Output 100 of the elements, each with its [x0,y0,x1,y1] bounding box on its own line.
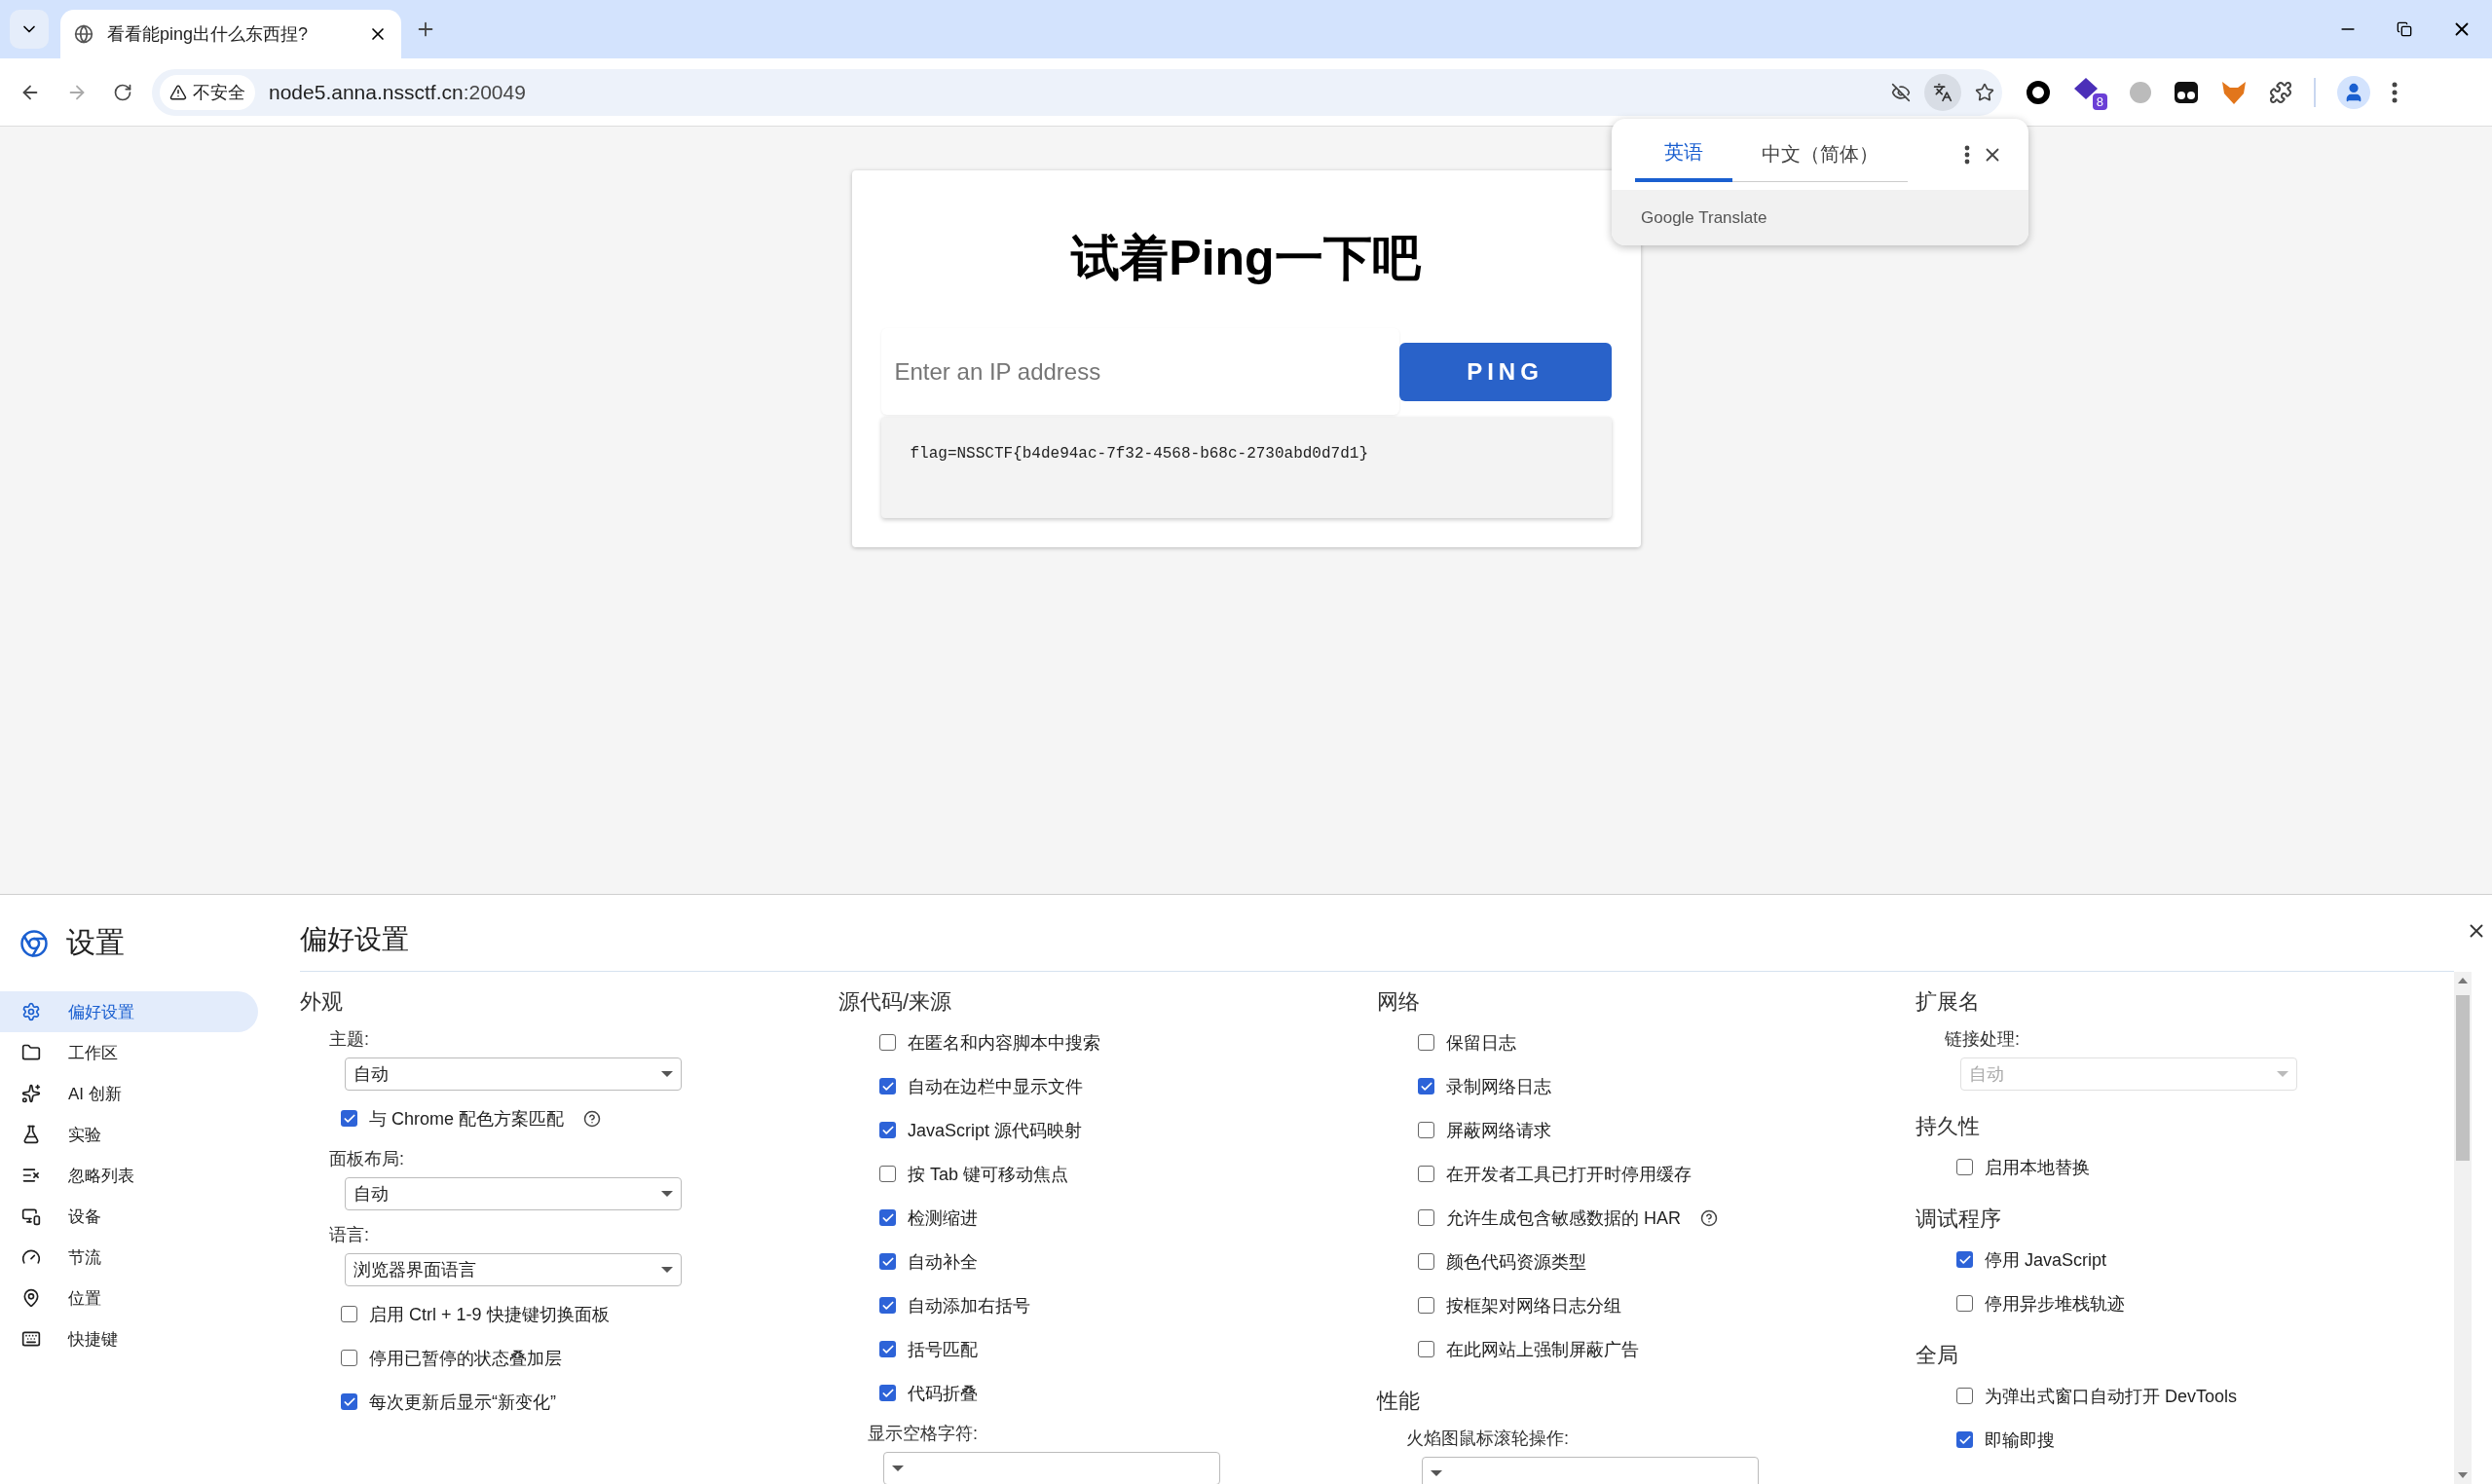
checkbox-row[interactable]: 自动添加右括号 [838,1283,1377,1327]
checkbox[interactable] [341,1350,357,1366]
checkbox[interactable] [879,1297,896,1314]
dropdown[interactable]: 浏览器界面语言 [345,1253,682,1286]
checkbox[interactable] [879,1034,896,1051]
dropdown[interactable]: 自动 [345,1177,682,1210]
nav-item[interactable]: 偏好设置 [0,991,258,1032]
checkbox-row[interactable]: 保留日志 [1377,1020,1915,1064]
checkbox-row[interactable]: 代码折叠 [838,1371,1377,1415]
checkbox-row[interactable]: 括号匹配 [838,1327,1377,1371]
nav-item[interactable]: 节流 [0,1237,258,1278]
checkbox[interactable] [879,1341,896,1357]
extension-button[interactable]: 8 [2072,74,2107,110]
translate-icon[interactable] [1924,73,1961,111]
profile-avatar[interactable] [2337,75,2370,109]
checkbox-row[interactable]: 即输即搜 [1915,1418,2454,1462]
checkbox[interactable] [879,1078,896,1094]
checkbox-row[interactable]: 停用异步堆栈轨迹 [1915,1281,2454,1325]
checkbox[interactable] [341,1110,357,1127]
checkbox-row[interactable]: 停用 JavaScript [1915,1238,2454,1281]
checkbox[interactable] [1418,1078,1434,1094]
checkbox-label: 停用异步堆栈轨迹 [1985,1292,2125,1316]
checkbox[interactable] [1956,1251,1973,1268]
nav-item[interactable]: 位置 [0,1278,258,1318]
checkbox-row[interactable]: 为弹出式窗口自动打开 DevTools [1915,1374,2454,1418]
checkbox-row[interactable]: 检测缩进 [838,1196,1377,1240]
checkbox-row[interactable]: 在开发者工具已打开时停用缓存 [1377,1152,1915,1196]
checkbox-row[interactable]: 启用本地替换 [1915,1145,2454,1189]
glasses-icon[interactable] [2174,80,2199,104]
checkbox[interactable] [1418,1253,1434,1270]
browser-tab[interactable]: 看看能ping出什么东西捏? [60,10,401,58]
sparkle-icon [21,1084,41,1103]
checkbox-row[interactable]: 屏蔽网络请求 [1377,1108,1915,1152]
checkbox-row[interactable]: 自动补全 [838,1240,1377,1283]
checkbox[interactable] [1418,1166,1434,1182]
language-tab[interactable]: 中文（简体） [1732,127,1908,182]
ping-button[interactable]: PING [1398,342,1612,401]
checkbox[interactable] [1418,1297,1434,1314]
checkbox[interactable] [879,1385,896,1401]
checkbox-label: 按框架对网络日志分组 [1446,1294,1621,1317]
checkbox[interactable] [1956,1388,1973,1404]
checkbox[interactable] [1956,1295,1973,1312]
checkbox-label: 在匿名和内容脚本中搜索 [908,1031,1100,1055]
checkbox-label: 启用本地替换 [1985,1156,2090,1179]
checkbox-row[interactable]: 启用 Ctrl + 1-9 快捷键切换面板 [300,1292,838,1336]
nav-item[interactable]: 实验 [0,1114,258,1155]
checkbox-row[interactable]: 每次更新后显示“新变化” [300,1380,838,1424]
checkbox-row[interactable]: 录制网络日志 [1377,1064,1915,1108]
checkbox[interactable] [879,1209,896,1226]
checkbox-row[interactable]: 与 Chrome 配色方案匹配 [300,1096,838,1140]
menu-icon[interactable] [2392,81,2398,103]
fox-icon[interactable] [2220,79,2248,105]
checkbox[interactable] [879,1166,896,1182]
restore-icon[interactable] [2397,21,2412,37]
address-bar[interactable]: 不安全 node5.anna.nssctf.cn:20049 [152,68,2002,116]
nav-item[interactable]: 忽略列表 [0,1155,258,1196]
checkbox[interactable] [1956,1431,1973,1448]
checkbox-label: 括号匹配 [908,1338,978,1361]
checkbox-row[interactable]: 按 Tab 键可移动焦点 [838,1152,1377,1196]
puzzle-icon[interactable] [2269,80,2292,104]
eye-off-icon[interactable] [1891,82,1911,102]
gauge-icon [21,1247,41,1267]
keyboard-icon [21,1329,41,1349]
checkbox-label: 启用 Ctrl + 1-9 快捷键切换面板 [369,1303,610,1326]
nav-item[interactable]: 设备 [0,1196,258,1237]
checkbox-row[interactable]: 颜色代码资源类型 [1377,1240,1915,1283]
checkbox[interactable] [1418,1341,1434,1357]
help-icon[interactable] [583,1109,602,1128]
checkbox-row[interactable]: 停用已暂停的状态叠加层 [300,1336,838,1380]
checkbox[interactable] [1418,1122,1434,1138]
scrollbar[interactable] [2454,972,2472,1484]
dropdown[interactable]: 自动 [345,1057,682,1091]
checkbox-row[interactable]: 按框架对网络日志分组 [1377,1283,1915,1327]
checkbox[interactable] [1956,1159,1973,1175]
checkbox-label: 与 Chrome 配色方案匹配 [369,1107,565,1131]
language-tab[interactable]: 英语 [1635,127,1732,182]
checkbox[interactable] [1418,1034,1434,1051]
checkbox[interactable] [341,1306,357,1322]
checkbox-row[interactable]: JavaScript 源代码映射 [838,1108,1377,1152]
checkbox-row[interactable]: 允许生成包含敏感数据的 HAR [1377,1196,1915,1240]
tab-title: 看看能ping出什么东西捏? [107,23,310,46]
checkbox[interactable] [879,1253,896,1270]
checkbox-row[interactable]: 在此网站上强制屏蔽广告 [1377,1327,1915,1371]
list-x-icon [21,1166,41,1185]
checkbox[interactable] [341,1393,357,1410]
reload-icon [113,82,132,102]
checkbox-label: 检测缩进 [908,1206,978,1230]
help-icon[interactable] [1700,1208,1718,1227]
ip-input-field[interactable]: Enter an IP address [880,328,1399,415]
checkbox[interactable] [1418,1209,1434,1226]
star-icon[interactable] [1975,82,1994,102]
section-heading: 调试程序 [1915,1206,2002,1233]
checkbox-row[interactable]: 在匿名和内容脚本中搜索 [838,1020,1377,1064]
nav-item[interactable]: AI 创新 [0,1073,258,1114]
ring-icon[interactable] [2026,79,2051,105]
checkbox[interactable] [879,1122,896,1138]
security-chip[interactable]: 不安全 [160,74,255,110]
nav-item[interactable]: 快捷键 [0,1318,258,1359]
nav-item[interactable]: 工作区 [0,1032,258,1073]
checkbox-row[interactable]: 自动在边栏中显示文件 [838,1064,1377,1108]
